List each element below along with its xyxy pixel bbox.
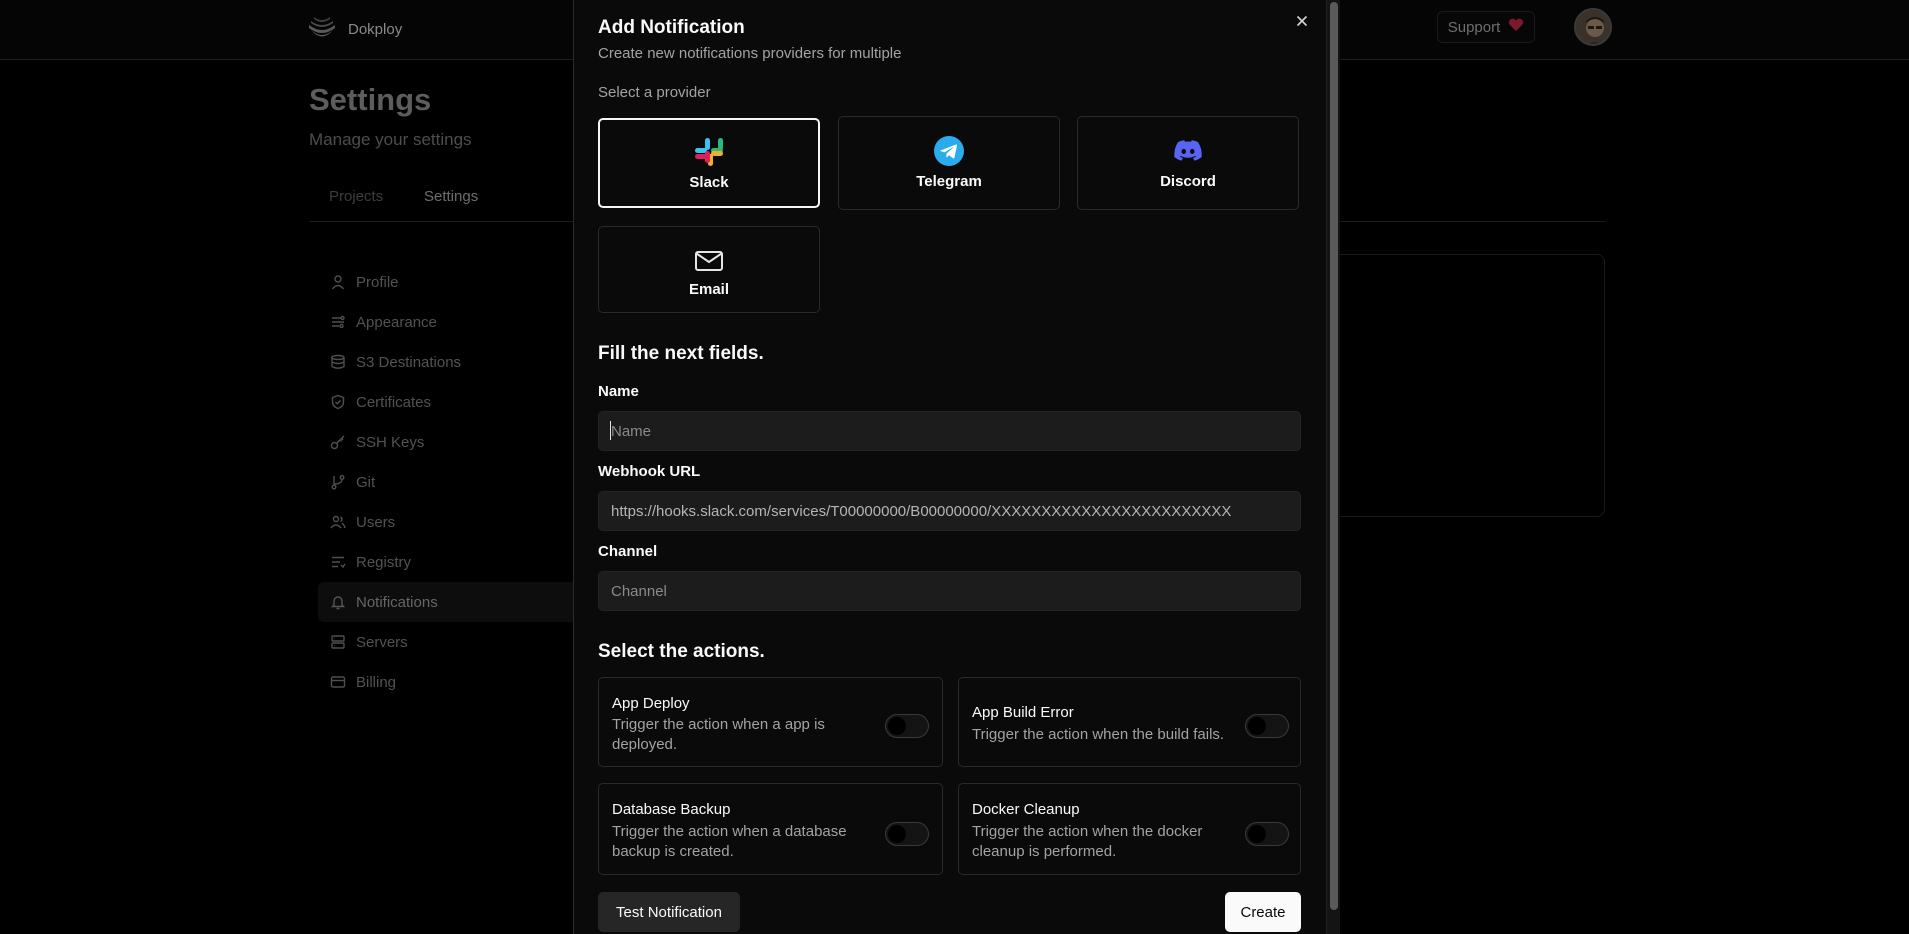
action-description: Trigger the action when a database backu… <box>612 823 847 860</box>
list-icon <box>332 556 346 569</box>
provider-label: Select a provider <box>598 84 711 101</box>
key-icon <box>330 435 345 450</box>
sidebar-item-label: Appearance <box>356 313 437 331</box>
dialog-scrollbar[interactable] <box>1326 0 1340 934</box>
toggle-knob <box>888 717 906 735</box>
sidebar-item-appearance[interactable]: Appearance <box>318 302 578 342</box>
action-title: Database Backup <box>612 801 731 818</box>
sidebar-item-notifications[interactable]: Notifications <box>318 582 578 622</box>
palette-icon <box>332 315 345 329</box>
sidebar-item-git[interactable]: Git <box>318 462 578 502</box>
action-docker-cleanup: Docker Cleanup Trigger the action when t… <box>958 783 1301 875</box>
action-title: App Build Error <box>972 704 1074 721</box>
action-description: Trigger the action when a app is deploye… <box>612 716 825 753</box>
action-app-deploy: App Deploy Trigger the action when a app… <box>598 677 943 767</box>
toggle-knob <box>1248 717 1266 735</box>
close-icon <box>1296 15 1308 27</box>
toggle-knob <box>888 825 906 843</box>
sidebar-item-users[interactable]: Users <box>318 502 578 542</box>
action-title: Docker Cleanup <box>972 801 1080 818</box>
text-caret <box>610 421 611 440</box>
provider-label-telegram: Telegram <box>916 173 982 190</box>
docker-cleanup-toggle[interactable] <box>1245 822 1289 846</box>
slack-icon <box>693 136 725 168</box>
sidebar-item-label: SSH Keys <box>356 433 425 451</box>
heart-icon <box>1508 18 1524 36</box>
provider-label-slack: Slack <box>689 174 729 191</box>
sidebar-item-label: Certificates <box>356 393 432 411</box>
sidebar-item-label: Notifications <box>356 593 438 611</box>
channel-input[interactable] <box>598 571 1301 611</box>
settings-sidebar: Profile Appearance S3 Destinations Certi… <box>318 262 578 702</box>
actions-heading: Select the actions. <box>598 641 765 662</box>
user-icon <box>331 275 345 290</box>
fields-heading: Fill the next fields. <box>598 343 764 364</box>
git-branch-icon <box>331 475 345 490</box>
sidebar-item-s3-destinations[interactable]: S3 Destinations <box>318 342 578 382</box>
tab-settings[interactable]: Settings <box>424 188 478 205</box>
sidebar-item-label: Profile <box>356 273 399 291</box>
page-subtitle: Manage your settings <box>309 130 472 149</box>
sidebar-item-label: Servers <box>356 633 408 651</box>
sidebar-item-registry[interactable]: Registry <box>318 542 578 582</box>
users-icon <box>330 515 346 529</box>
dialog-description: Create new notifications providers for m… <box>598 45 902 62</box>
app-build-error-toggle[interactable] <box>1245 714 1289 738</box>
sidebar-item-label: Git <box>356 473 376 491</box>
create-button[interactable]: Create <box>1225 892 1301 932</box>
sidebar-item-billing[interactable]: Billing <box>318 662 578 702</box>
database-icon <box>331 354 345 369</box>
brand[interactable]: Dokploy <box>306 13 402 46</box>
sidebar-item-certificates[interactable]: Certificates <box>318 382 578 422</box>
webhook-url-input[interactable] <box>598 491 1301 531</box>
brand-name: Dokploy <box>348 21 403 38</box>
discord-icon <box>1172 135 1204 167</box>
dialog-title: Add Notification <box>598 17 745 38</box>
channel-label: Channel <box>598 543 658 560</box>
name-label: Name <box>598 383 639 400</box>
support-button[interactable]: Support <box>1437 11 1535 43</box>
sidebar-item-label: S3 Destinations <box>356 353 462 371</box>
provider-slack[interactable]: Slack <box>598 118 820 208</box>
mail-icon <box>693 245 725 277</box>
webhook-url-label: Webhook URL <box>598 463 701 480</box>
server-icon <box>331 635 345 649</box>
provider-discord[interactable]: Discord <box>1077 116 1299 210</box>
bell-icon <box>330 596 346 610</box>
action-title: App Deploy <box>612 695 690 712</box>
shield-check-icon <box>331 394 345 410</box>
toggle-knob <box>1248 825 1266 843</box>
provider-label-discord: Discord <box>1160 173 1216 190</box>
sidebar-item-label: Users <box>356 513 396 531</box>
provider-telegram[interactable]: Telegram <box>838 116 1060 210</box>
provider-label-email: Email <box>688 281 730 298</box>
sidebar-item-ssh-keys[interactable]: SSH Keys <box>318 422 578 462</box>
close-button[interactable] <box>1291 10 1313 32</box>
database-backup-toggle[interactable] <box>885 822 929 846</box>
action-app-build-error: App Build Error Trigger the action when … <box>958 677 1301 767</box>
test-notification-button[interactable]: Test Notification <box>598 892 740 932</box>
action-description: Trigger the action when the docker clean… <box>972 823 1203 860</box>
scrollbar-thumb[interactable] <box>1330 2 1338 910</box>
support-label: Support <box>1447 18 1501 36</box>
notifications-card <box>1318 254 1605 517</box>
avatar[interactable] <box>1574 8 1612 46</box>
sidebar-item-label: Registry <box>356 553 412 571</box>
sidebar-item-profile[interactable]: Profile <box>318 262 578 302</box>
telegram-icon <box>933 135 965 167</box>
page-title: Settings <box>309 82 432 117</box>
action-database-backup: Database Backup Trigger the action when … <box>598 783 943 875</box>
dokploy-logo-icon <box>306 13 338 46</box>
name-input[interactable] <box>598 411 1301 451</box>
tab-projects[interactable]: Projects <box>329 188 383 205</box>
sidebar-item-label: Billing <box>356 673 397 691</box>
action-description: Trigger the action when the build fails. <box>972 726 1225 743</box>
app-deploy-toggle[interactable] <box>885 714 929 738</box>
provider-email[interactable]: Email <box>598 226 820 313</box>
sidebar-item-servers[interactable]: Servers <box>318 622 578 662</box>
credit-card-icon <box>330 676 346 688</box>
